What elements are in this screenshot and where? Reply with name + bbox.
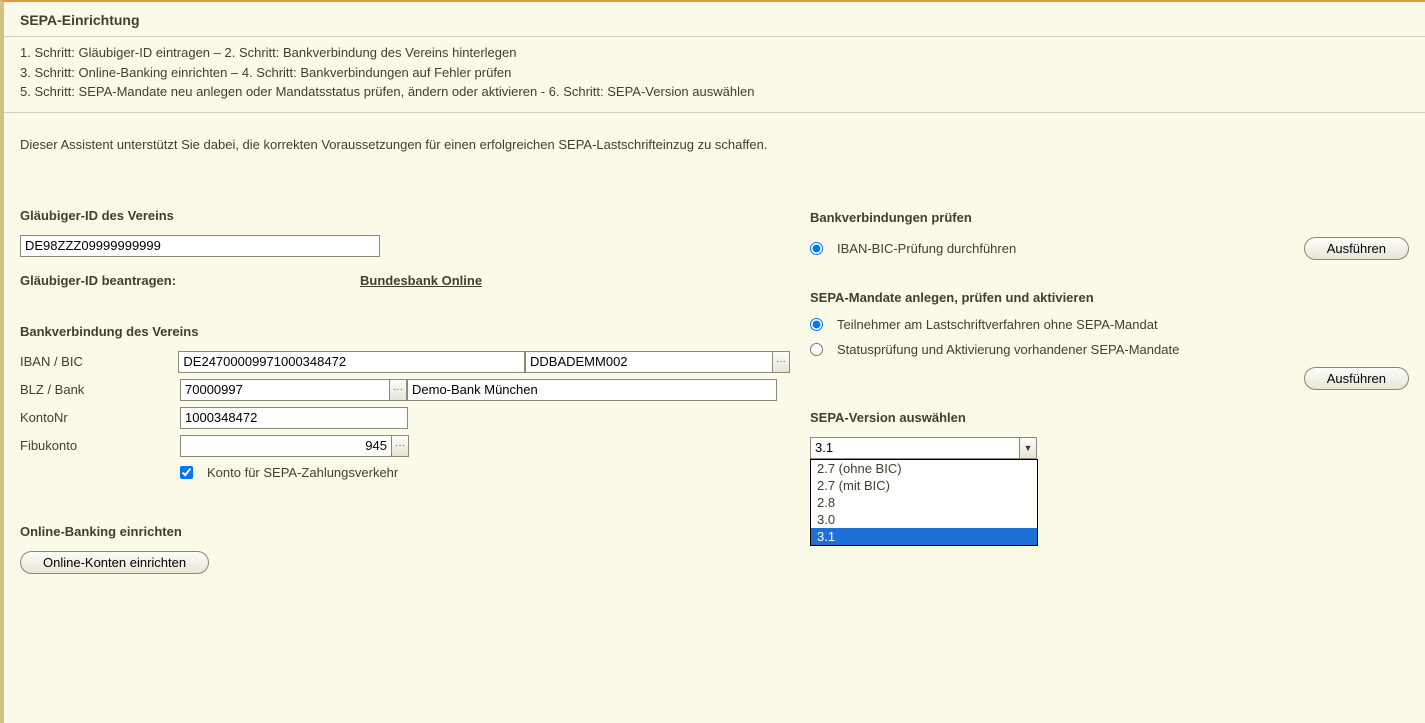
iban-bic-check-radio[interactable] bbox=[810, 242, 823, 255]
bank-details-heading: Bankverbindung des Vereins bbox=[20, 324, 790, 339]
steps-line-2: 3. Schritt: Online-Banking einrichten – … bbox=[20, 63, 1409, 83]
request-creditor-id-label: Gläubiger-ID beantragen: bbox=[20, 273, 360, 288]
status-check-radio-wrap[interactable]: Statusprüfung und Aktivierung vorhandene… bbox=[810, 342, 1179, 357]
creditor-id-heading: Gläubiger-ID des Vereins bbox=[20, 208, 790, 223]
creditor-id-input[interactable] bbox=[20, 235, 380, 257]
sepa-account-checkbox[interactable] bbox=[180, 466, 193, 479]
check-bank-heading: Bankverbindungen prüfen bbox=[810, 210, 1409, 225]
blz-input[interactable] bbox=[180, 379, 390, 401]
steps-line-1: 1. Schritt: Gläubiger-ID eintragen – 2. … bbox=[20, 43, 1409, 63]
fibukonto-input[interactable] bbox=[180, 435, 392, 457]
steps-line-3: 5. Schritt: SEPA-Mandate neu anlegen ode… bbox=[20, 82, 1409, 102]
bic-input[interactable] bbox=[525, 351, 773, 373]
steps-description: 1. Schritt: Gläubiger-ID eintragen – 2. … bbox=[4, 37, 1425, 113]
intro-text: Dieser Assistent unterstützt Sie dabei, … bbox=[4, 113, 1425, 160]
iban-bic-check-radio-label: IBAN-BIC-Prüfung durchführen bbox=[837, 241, 1016, 256]
status-check-radio[interactable] bbox=[810, 343, 823, 356]
participants-without-mandate-radio[interactable] bbox=[810, 318, 823, 331]
kontonr-input[interactable] bbox=[180, 407, 408, 429]
sepa-version-heading: SEPA-Version auswählen bbox=[810, 410, 1409, 425]
sepa-version-select[interactable]: ▼ 2.7 (ohne BIC)2.7 (mit BIC)2.83.03.1 bbox=[810, 437, 1038, 459]
sepa-version-option[interactable]: 2.7 (ohne BIC) bbox=[811, 460, 1037, 477]
status-check-radio-label: Statusprüfung und Aktivierung vorhandene… bbox=[837, 342, 1179, 357]
sepa-version-option[interactable]: 2.8 bbox=[811, 494, 1037, 511]
participants-without-mandate-radio-wrap[interactable]: Teilnehmer am Lastschriftverfahren ohne … bbox=[810, 317, 1158, 332]
iban-input[interactable] bbox=[178, 351, 525, 373]
iban-bic-check-radio-wrap[interactable]: IBAN-BIC-Prüfung durchführen bbox=[810, 241, 1016, 256]
sepa-version-option[interactable]: 2.7 (mit BIC) bbox=[811, 477, 1037, 494]
fibu-label: Fibukonto bbox=[20, 438, 180, 453]
bundesbank-online-link[interactable]: Bundesbank Online bbox=[360, 273, 482, 288]
sepa-version-dropdown-list[interactable]: 2.7 (ohne BIC)2.7 (mit BIC)2.83.03.1 bbox=[810, 459, 1038, 546]
fibukonto-lookup-button[interactable]: ··· bbox=[391, 435, 409, 457]
iban-bic-label: IBAN / BIC bbox=[20, 354, 178, 369]
sepa-version-option[interactable]: 3.1 bbox=[811, 528, 1037, 545]
sepa-version-value[interactable] bbox=[810, 437, 1020, 459]
online-accounts-setup-button[interactable]: Online-Konten einrichten bbox=[20, 551, 209, 574]
page-title: SEPA-Einrichtung bbox=[4, 2, 1425, 37]
blz-bank-label: BLZ / Bank bbox=[20, 382, 180, 397]
blz-lookup-button[interactable]: ··· bbox=[389, 379, 407, 401]
sepa-mandates-heading: SEPA-Mandate anlegen, prüfen und aktivie… bbox=[810, 290, 1409, 305]
bank-name-input[interactable] bbox=[407, 379, 777, 401]
konto-label: KontoNr bbox=[20, 410, 180, 425]
sepa-version-option[interactable]: 3.0 bbox=[811, 511, 1037, 528]
online-banking-heading: Online-Banking einrichten bbox=[20, 524, 790, 539]
execute-mandate-button[interactable]: Ausführen bbox=[1304, 367, 1409, 390]
participants-without-mandate-radio-label: Teilnehmer am Lastschriftverfahren ohne … bbox=[837, 317, 1158, 332]
sepa-account-checkbox-wrap[interactable]: Konto für SEPA-Zahlungsverkehr bbox=[180, 465, 398, 480]
sepa-version-dropdown-button[interactable]: ▼ bbox=[1019, 437, 1037, 459]
execute-bank-check-button[interactable]: Ausführen bbox=[1304, 237, 1409, 260]
sepa-account-checkbox-label: Konto für SEPA-Zahlungsverkehr bbox=[207, 465, 398, 480]
bic-lookup-button[interactable]: ··· bbox=[772, 351, 790, 373]
